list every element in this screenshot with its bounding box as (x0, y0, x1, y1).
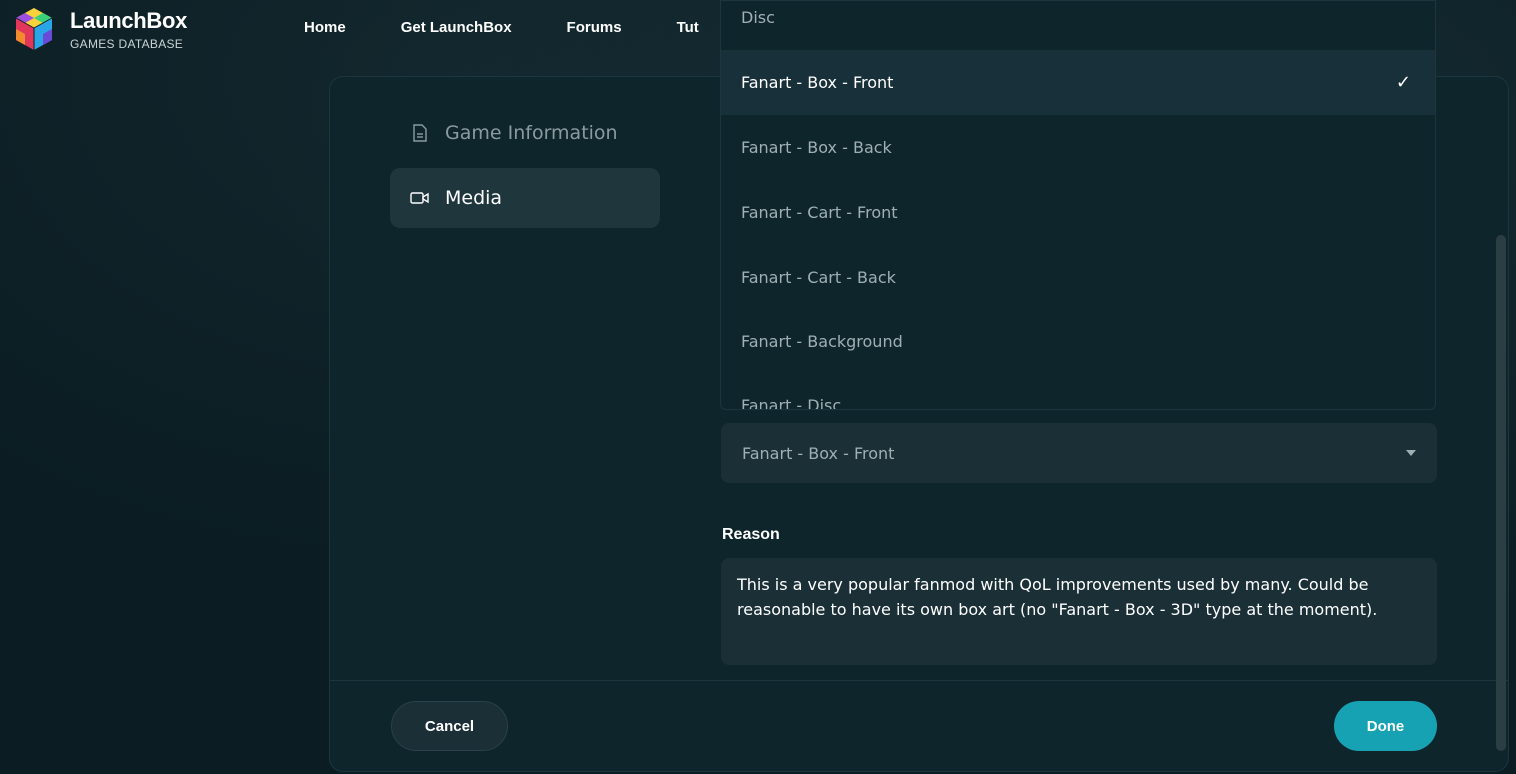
dropdown-option[interactable]: Fanart - Cart - Front (721, 180, 1435, 245)
brand-subtitle: GAMES DATABASE (70, 37, 184, 51)
sidebar-item-game-information[interactable]: Game Information (390, 103, 660, 163)
dropdown-option-label: Disc (741, 8, 775, 27)
dropdown-option-label: Fanart - Box - Back (741, 138, 892, 157)
dialog-scrollbar[interactable] (1496, 235, 1506, 751)
checkmark-icon: ✓ (1395, 72, 1411, 93)
dropdown-option[interactable]: Fanart - Cart - Back (721, 245, 1435, 310)
sidebar-item-label: Game Information (445, 122, 618, 144)
nav-item-get-launchbox[interactable]: Get LaunchBox (401, 19, 512, 36)
dropdown-option-label: Fanart - Cart - Back (741, 268, 896, 287)
dropdown-option-label: Fanart - Cart - Front (741, 203, 898, 222)
media-type-selected-value: Fanart - Box - Front (742, 443, 895, 463)
brand-title[interactable]: LaunchBox (70, 8, 187, 34)
dropdown-option[interactable]: Fanart - Disc (721, 373, 1435, 410)
dropdown-option-label: Fanart - Background (741, 332, 903, 351)
nav-item-home[interactable]: Home (304, 19, 346, 36)
sidebar-item-media[interactable]: Media (390, 168, 660, 228)
sidebar-item-label: Media (445, 187, 503, 209)
reason-textarea[interactable]: This is a very popular fanmod with QoL i… (721, 558, 1437, 665)
footer-divider (330, 680, 1508, 681)
chevron-down-icon (1406, 450, 1416, 456)
media-type-select[interactable]: Fanart - Box - Front (721, 423, 1437, 483)
media-type-dropdown-menu: Disc Fanart - Box - Front ✓ Fanart - Box… (720, 0, 1436, 410)
main-nav: Home Get LaunchBox Forums Tut (304, 19, 754, 36)
dropdown-option-selected[interactable]: Fanart - Box - Front ✓ (721, 50, 1435, 115)
document-icon (410, 123, 430, 143)
cancel-button[interactable]: Cancel (391, 701, 508, 751)
nav-item-forums[interactable]: Forums (567, 19, 622, 36)
dropdown-option[interactable]: Fanart - Box - Back (721, 115, 1435, 180)
done-button[interactable]: Done (1334, 701, 1437, 751)
dropdown-option[interactable]: Disc (721, 1, 1435, 50)
dropdown-option-label: Fanart - Disc (741, 396, 842, 410)
nav-item-tutorials[interactable]: Tut (677, 19, 699, 36)
dropdown-option[interactable]: Fanart - Background (721, 309, 1435, 374)
launchbox-logo-icon[interactable] (12, 6, 56, 52)
reason-label: Reason (722, 526, 780, 543)
dropdown-option-label: Fanart - Box - Front (741, 73, 894, 92)
video-camera-icon (410, 188, 430, 208)
